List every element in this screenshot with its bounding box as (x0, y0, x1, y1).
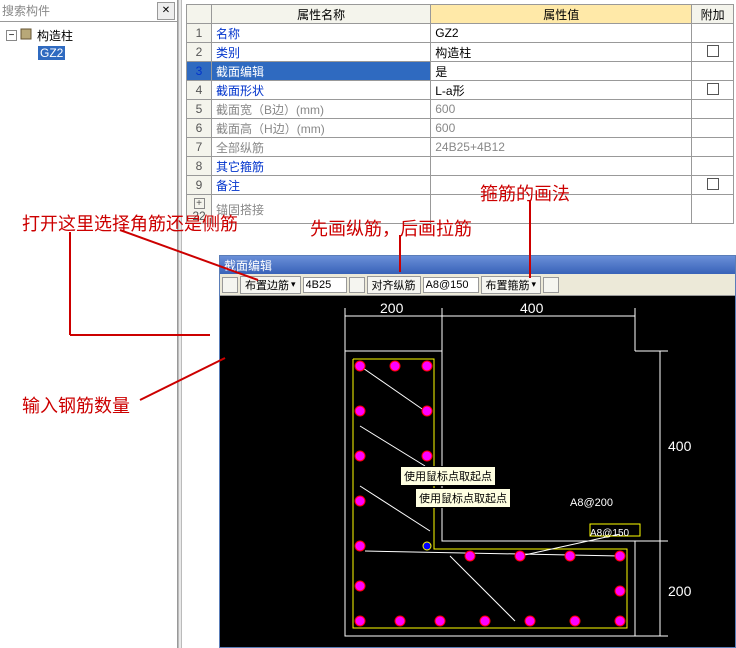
prop-name: 类别 (212, 43, 431, 62)
table-row[interactable]: 7全部纵筋24B25+4B12 (187, 138, 734, 157)
prop-value[interactable]: 24B25+4B12 (431, 138, 692, 157)
prop-name: 截面宽（B边）(mm) (212, 100, 431, 119)
table-row[interactable]: 1名称GZ2 (187, 24, 734, 43)
dim-400b: 400 (668, 438, 692, 454)
tree-root-label: 构造柱 (35, 27, 75, 44)
prop-name: 全部纵筋 (212, 138, 431, 157)
table-row[interactable]: +22锚固搭接 (187, 195, 734, 224)
component-tree: − 构造柱 GZ2 (0, 22, 177, 66)
prop-name: 备注 (212, 176, 431, 195)
prop-value[interactable]: 构造柱 (431, 43, 692, 62)
prop-extra[interactable] (692, 195, 734, 224)
header-name: 属性名称 (212, 5, 431, 24)
stirrup-label-1: A8@200 (570, 497, 613, 509)
table-header-row: 属性名称 属性值 附加 (187, 5, 734, 24)
row-number: 7 (187, 138, 212, 157)
tree-child-row[interactable]: GZ2 (2, 44, 175, 62)
row-number: 2 (187, 43, 212, 62)
row-number: 6 (187, 119, 212, 138)
section-editor-title: 截面编辑 (220, 256, 735, 274)
table-row[interactable]: 3截面编辑是 (187, 62, 734, 81)
row-number: 8 (187, 157, 212, 176)
prop-extra[interactable] (692, 138, 734, 157)
rebar-count-input[interactable] (303, 277, 347, 293)
toolbar-icon-3[interactable] (543, 277, 559, 293)
prop-extra[interactable] (692, 43, 734, 62)
prop-value[interactable] (431, 195, 692, 224)
row-number: 4 (187, 81, 212, 100)
checkbox[interactable] (707, 178, 719, 190)
row-number: 9 (187, 176, 212, 195)
prop-name: 截面编辑 (212, 62, 431, 81)
row-number: 1 (187, 24, 212, 43)
left-tree-panel: 搜索构件 ✕ − 构造柱 GZ2 (0, 0, 178, 648)
search-clear-button[interactable]: ✕ (157, 2, 175, 20)
expand-icon[interactable]: + (194, 198, 205, 209)
row-number: +22 (187, 195, 212, 224)
prop-extra[interactable] (692, 176, 734, 195)
prop-name: 截面形状 (212, 81, 431, 100)
layout-edge-rebar-button[interactable]: 布置边筋 (240, 276, 301, 294)
prop-name: 截面高（H边）(mm) (212, 119, 431, 138)
layout-stirrup-button[interactable]: 布置箍筋 (481, 276, 542, 294)
prop-extra[interactable] (692, 62, 734, 81)
prop-extra[interactable] (692, 157, 734, 176)
table-row[interactable]: 2类别构造柱 (187, 43, 734, 62)
tree-root-row[interactable]: − 构造柱 (2, 26, 175, 44)
prop-value[interactable]: L-a形 (431, 81, 692, 100)
prop-extra[interactable] (692, 119, 734, 138)
table-row[interactable]: 6截面高（H边）(mm)600 (187, 119, 734, 138)
property-table: 属性名称 属性值 附加 1名称GZ22类别构造柱3截面编辑是4截面形状L-a形5… (186, 4, 734, 224)
table-row[interactable]: 8其它箍筋 (187, 157, 734, 176)
dim-400a: 400 (520, 300, 544, 316)
tree-collapse-icon[interactable]: − (6, 30, 17, 41)
section-editor-window: 截面编辑 布置边筋 对齐纵筋 布置箍筋 200 400 400 200 (219, 255, 736, 648)
checkbox[interactable] (707, 45, 719, 57)
toolbar-icon-1[interactable] (222, 277, 238, 293)
checkbox[interactable] (707, 83, 719, 95)
search-placeholder: 搜索构件 (2, 2, 157, 19)
prop-value[interactable]: 600 (431, 100, 692, 119)
tooltip-1: 使用鼠标点取起点 (400, 466, 496, 486)
prop-extra[interactable] (692, 100, 734, 119)
row-number: 3 (187, 62, 212, 81)
prop-name: 锚固搭接 (212, 195, 431, 224)
dim-200: 200 (380, 300, 404, 316)
table-row[interactable]: 9备注 (187, 176, 734, 195)
tooltip-2: 使用鼠标点取起点 (415, 488, 511, 508)
section-editor-toolbar: 布置边筋 对齐纵筋 布置箍筋 (220, 274, 735, 296)
header-extra: 附加 (692, 5, 734, 24)
header-value: 属性值 (431, 5, 692, 24)
prop-value[interactable]: GZ2 (431, 24, 692, 43)
prop-value[interactable] (431, 176, 692, 195)
stirrup-spec-input[interactable] (423, 277, 479, 293)
table-row[interactable]: 4截面形状L-a形 (187, 81, 734, 100)
tree-icon (19, 27, 35, 44)
prop-extra[interactable] (692, 24, 734, 43)
prop-name: 名称 (212, 24, 431, 43)
table-row[interactable]: 5截面宽（B边）(mm)600 (187, 100, 734, 119)
row-number: 5 (187, 100, 212, 119)
stirrup-label-2: A8@150 (590, 528, 630, 539)
prop-extra[interactable] (692, 81, 734, 100)
search-bar: 搜索构件 ✕ (0, 0, 177, 22)
prop-name: 其它箍筋 (212, 157, 431, 176)
align-rebar-button[interactable]: 对齐纵筋 (367, 276, 421, 294)
dim-200b: 200 (668, 583, 692, 599)
prop-value[interactable]: 600 (431, 119, 692, 138)
prop-value[interactable] (431, 157, 692, 176)
toolbar-icon-2[interactable] (349, 277, 365, 293)
tree-child-label: GZ2 (38, 46, 65, 60)
prop-value[interactable]: 是 (431, 62, 692, 81)
cad-canvas[interactable]: 200 400 400 200 (220, 296, 735, 647)
right-panel: 属性名称 属性值 附加 1名称GZ22类别构造柱3截面编辑是4截面形状L-a形5… (182, 0, 736, 648)
